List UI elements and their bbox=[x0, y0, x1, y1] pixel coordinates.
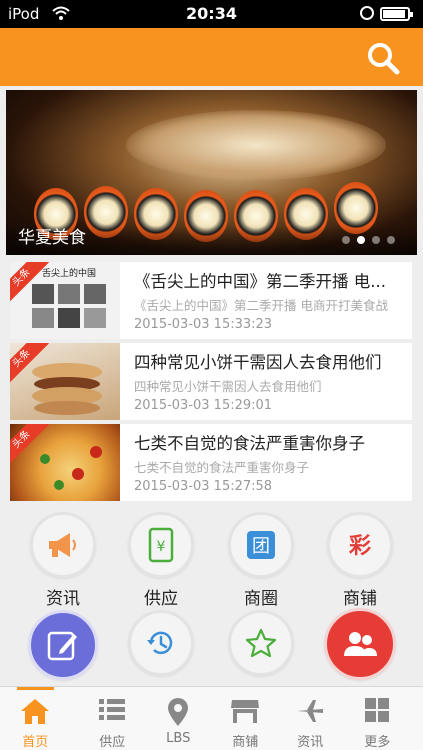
history-shortcut-button[interactable] bbox=[128, 610, 194, 676]
supply-shortcut-label: 供应 bbox=[144, 589, 178, 609]
news-summary: 《舌尖上的中国》第二季开播 电商开打美食战 bbox=[134, 298, 388, 313]
news-thumbnail: 舌尖上的中国 头条 bbox=[10, 262, 120, 339]
carousel-dot[interactable] bbox=[357, 236, 365, 244]
news-summary: 七类不自觉的食法严重害你身子 bbox=[134, 460, 310, 475]
favorites-shortcut-button[interactable] bbox=[228, 610, 294, 676]
news-item[interactable]: 舌尖上的中国 头条 《舌尖上的中国》第二季开播 电... 《舌尖上的中国》第二季… bbox=[10, 262, 412, 339]
tab-news[interactable]: 资讯 bbox=[275, 687, 346, 750]
group-tuan-icon: 团 bbox=[247, 531, 275, 559]
app-header bbox=[0, 28, 423, 86]
banner-image bbox=[126, 110, 386, 180]
tab-label: 首页 bbox=[22, 735, 49, 750]
list-icon bbox=[99, 699, 126, 720]
search-icon[interactable] bbox=[363, 38, 403, 78]
news-shortcut-label: 资讯 bbox=[46, 589, 80, 609]
location-pin-icon bbox=[168, 698, 189, 726]
rotation-lock-icon bbox=[360, 6, 374, 20]
home-icon bbox=[21, 699, 50, 724]
tab-label: LBS bbox=[166, 731, 191, 746]
grid-icon bbox=[365, 698, 390, 722]
news-date: 2015-03-03 15:29:01 bbox=[134, 398, 273, 413]
news-thumbnail: 头条 bbox=[10, 343, 120, 420]
svg-text:¥: ¥ bbox=[157, 539, 166, 555]
contacts-shortcut-button[interactable] bbox=[324, 608, 396, 680]
megaphone-icon bbox=[49, 533, 76, 557]
carousel-dot[interactable] bbox=[342, 236, 350, 244]
tab-home[interactable]: 首页 bbox=[0, 687, 71, 750]
status-bar: iPod 20:34 bbox=[0, 0, 423, 28]
news-date: 2015-03-03 15:33:23 bbox=[134, 317, 273, 332]
news-title: 七类不自觉的食法严重害你身子 bbox=[134, 434, 365, 453]
tab-label: 资讯 bbox=[297, 735, 324, 750]
carousel-dots[interactable] bbox=[342, 236, 395, 244]
news-shortcut-button[interactable] bbox=[30, 512, 96, 578]
news-date: 2015-03-03 15:27:58 bbox=[134, 479, 273, 494]
battery-icon bbox=[380, 7, 413, 21]
business-circle-shortcut-label: 商圈 bbox=[244, 589, 278, 609]
news-item[interactable]: 头条 四种常见小饼干需因人去食用他们 四种常见小饼干需因人去食用他们 2015-… bbox=[10, 343, 412, 420]
business-circle-shortcut-button[interactable]: 团 bbox=[228, 512, 294, 578]
tab-shops[interactable]: 商铺 bbox=[210, 687, 281, 750]
edit-shortcut-button[interactable] bbox=[28, 610, 98, 680]
star-icon bbox=[245, 628, 277, 658]
edit-icon bbox=[47, 631, 77, 661]
svg-text:团: 团 bbox=[252, 536, 270, 557]
shops-shortcut-label: 商铺 bbox=[343, 589, 377, 609]
tab-more[interactable]: 更多 bbox=[342, 687, 413, 750]
phone-yen-icon: ¥ bbox=[148, 527, 174, 563]
banner-carousel[interactable]: 华夏美食 bbox=[6, 90, 417, 255]
tab-supply[interactable]: 供应 bbox=[77, 687, 148, 750]
lottery-cai-icon: 彩 bbox=[348, 534, 371, 559]
tab-label: 商铺 bbox=[232, 735, 259, 750]
news-title: 四种常见小饼干需因人去食用他们 bbox=[134, 353, 382, 372]
shops-shortcut-button[interactable]: 彩 bbox=[327, 512, 393, 578]
news-summary: 四种常见小饼干需因人去食用他们 bbox=[134, 379, 322, 394]
carousel-dot[interactable] bbox=[387, 236, 395, 244]
shop-icon bbox=[231, 700, 260, 723]
tab-label: 更多 bbox=[364, 735, 391, 750]
news-title: 《舌尖上的中国》第二季开播 电... bbox=[134, 272, 386, 291]
news-thumbnail: 头条 bbox=[10, 424, 120, 501]
carousel-dot[interactable] bbox=[372, 236, 380, 244]
contacts-icon bbox=[344, 632, 377, 656]
news-item[interactable]: 头条 七类不自觉的食法严重害你身子 七类不自觉的食法严重害你身子 2015-03… bbox=[10, 424, 412, 501]
tab-lbs[interactable]: LBS bbox=[143, 687, 214, 750]
banner-title: 华夏美食 bbox=[18, 228, 86, 248]
bottom-tab-bar: 首页 供应 LBS 商铺 资讯 更多 bbox=[0, 686, 423, 750]
history-icon bbox=[147, 631, 173, 655]
svg-text:彩: 彩 bbox=[348, 534, 371, 559]
tab-label: 供应 bbox=[99, 735, 126, 750]
supply-shortcut-button[interactable]: ¥ bbox=[128, 512, 194, 578]
plane-icon bbox=[297, 700, 324, 722]
